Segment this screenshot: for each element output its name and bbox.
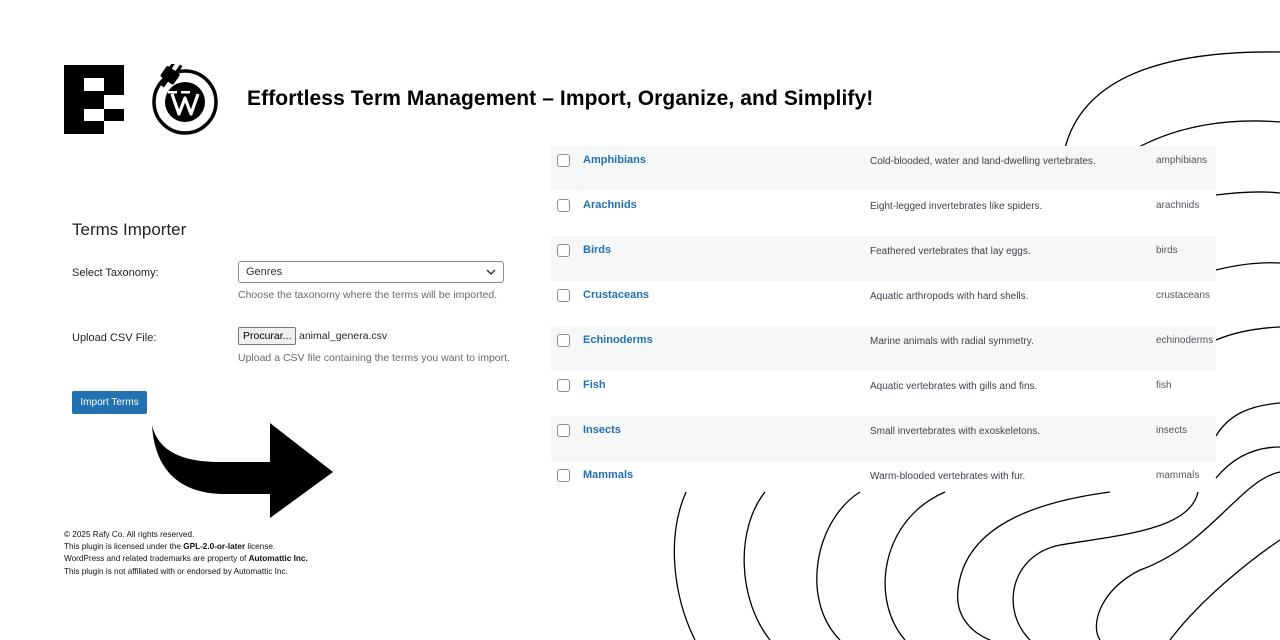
term-name-link[interactable]: Crustaceans bbox=[583, 289, 649, 301]
term-name-link[interactable]: Amphibians bbox=[583, 154, 646, 166]
term-description: Warm-blooded vertebrates with fur. bbox=[870, 471, 1026, 482]
term-name-link[interactable]: Arachnids bbox=[583, 199, 637, 211]
footer-license: This plugin is licensed under the GPL-2.… bbox=[64, 542, 276, 552]
row-checkbox[interactable] bbox=[557, 289, 570, 302]
term-description: Small invertebrates with exoskeletons. bbox=[870, 426, 1041, 437]
row-checkbox[interactable] bbox=[557, 244, 570, 257]
footer-trademark: WordPress and related trademarks are pro… bbox=[64, 554, 308, 564]
term-slug: amphibians bbox=[1156, 155, 1208, 166]
term-name-link[interactable]: Insects bbox=[583, 424, 621, 436]
footer-affiliation: This plugin is not affiliated with or en… bbox=[64, 566, 288, 576]
importer-title: Terms Importer bbox=[72, 220, 187, 239]
table-row: Echinoderms Marine animals with radial sy… bbox=[551, 326, 1216, 371]
wordpress-plug-icon bbox=[152, 64, 218, 135]
term-slug: fish bbox=[1156, 380, 1172, 391]
row-checkbox[interactable] bbox=[557, 334, 570, 347]
footer: © 2025 Rafy Co. All rights reserved. Thi… bbox=[64, 529, 308, 578]
table-row: Fish Aquatic vertebrates with gills and f… bbox=[551, 371, 1216, 416]
chevron-down-icon bbox=[486, 269, 496, 275]
term-name-link[interactable]: Mammals bbox=[583, 469, 633, 481]
taxonomy-help-text: Choose the taxonomy where the terms will… bbox=[238, 289, 498, 301]
table-row: Crustaceans Aquatic arthropods with hard … bbox=[551, 281, 1216, 326]
table-row: Arachnids Eight-legged invertebrates like… bbox=[551, 191, 1216, 236]
term-slug: crustaceans bbox=[1156, 290, 1210, 301]
term-slug: echinoderms bbox=[1156, 335, 1214, 346]
term-slug: insects bbox=[1156, 425, 1188, 436]
selected-file-name: animal_genera.csv bbox=[299, 330, 388, 342]
term-name-link[interactable]: Birds bbox=[583, 244, 611, 256]
term-description: Eight-legged invertebrates like spiders. bbox=[870, 201, 1043, 212]
taxonomy-label: Select Taxonomy: bbox=[72, 267, 159, 279]
import-terms-button[interactable]: Import Terms bbox=[72, 391, 147, 414]
footer-copyright: © 2025 Rafy Co. All rights reserved. bbox=[64, 530, 195, 539]
row-checkbox[interactable] bbox=[557, 379, 570, 392]
term-description: Marine animals with radial symmetry. bbox=[870, 336, 1034, 347]
csv-label: Upload CSV File: bbox=[72, 332, 157, 344]
brand-logo-icon bbox=[64, 65, 124, 134]
taxonomy-select-value: Genres bbox=[246, 266, 283, 278]
term-slug: birds bbox=[1156, 245, 1178, 256]
row-checkbox[interactable] bbox=[557, 154, 570, 167]
term-name-link[interactable]: Echinoderms bbox=[583, 334, 653, 346]
license-name: GPL-2.0-or-later bbox=[183, 542, 246, 552]
taxonomy-select[interactable]: Genres bbox=[238, 261, 504, 283]
row-checkbox[interactable] bbox=[557, 199, 570, 212]
table-row: Insects Small invertebrates with exoskele… bbox=[551, 416, 1216, 461]
file-browse-button[interactable]: Procurar... bbox=[238, 327, 297, 345]
csv-help-text: Upload a CSV file containing the terms y… bbox=[238, 352, 510, 364]
table-row: Birds Feathered vertebrates that lay eggs… bbox=[551, 236, 1216, 281]
term-description: Feathered vertebrates that lay eggs. bbox=[870, 246, 1031, 257]
terms-table: Amphibians Cold-blooded, water and land-d… bbox=[551, 146, 1216, 506]
term-name-link[interactable]: Fish bbox=[583, 379, 606, 391]
trademark-owner: Automattic Inc. bbox=[248, 554, 308, 564]
table-row: Amphibians Cold-blooded, water and land-d… bbox=[551, 146, 1216, 191]
curved-arrow-icon bbox=[152, 423, 333, 518]
row-checkbox[interactable] bbox=[557, 424, 570, 437]
term-description: Aquatic vertebrates with gills and fins. bbox=[870, 381, 1038, 392]
row-checkbox[interactable] bbox=[557, 469, 570, 482]
term-slug: arachnids bbox=[1156, 200, 1200, 211]
page-headline: Effortless Term Management – Import, Org… bbox=[247, 87, 874, 110]
term-description: Cold-blooded, water and land-dwelling ve… bbox=[870, 156, 1096, 167]
table-row: Mammals Warm-blooded vertebrates with fur… bbox=[551, 461, 1216, 506]
term-slug: mammals bbox=[1156, 470, 1200, 481]
term-description: Aquatic arthropods with hard shells. bbox=[870, 291, 1029, 302]
